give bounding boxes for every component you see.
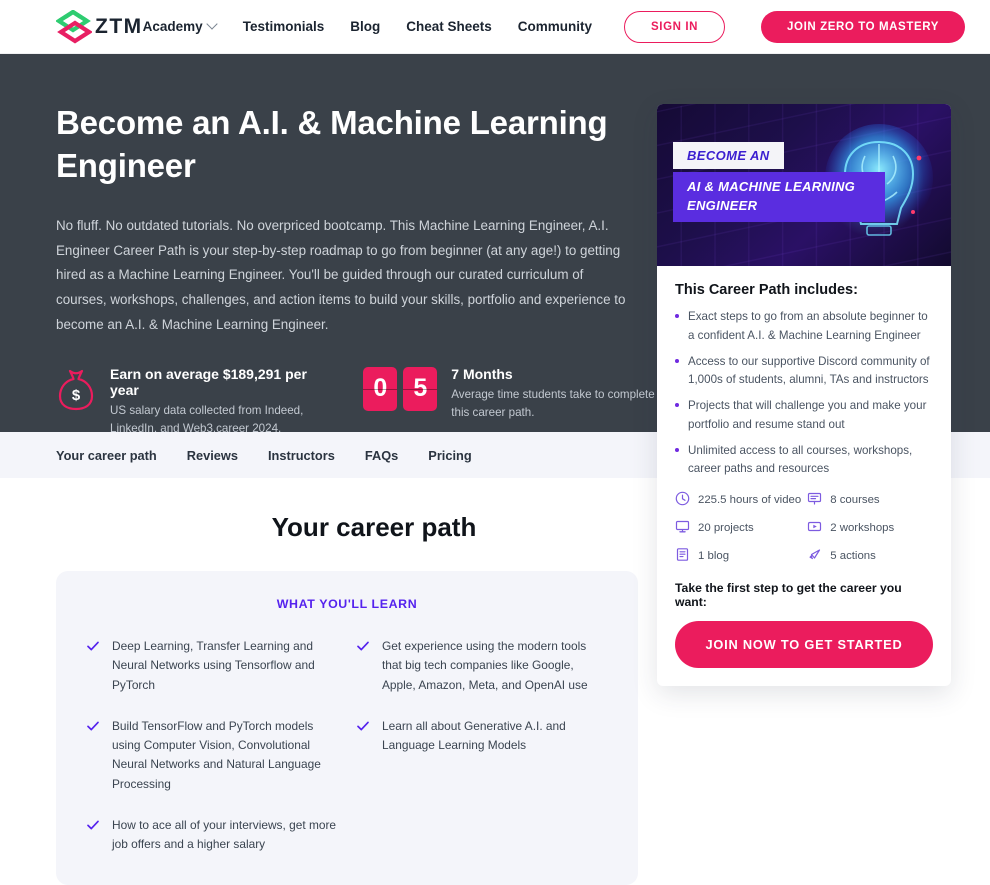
flip-digit-0: 0 — [363, 366, 398, 411]
what-youll-learn-panel: WHAT YOU'LL LEARN Deep Learning, Transfe… — [56, 571, 638, 885]
list-item-label: Build TensorFlow and PyTorch models usin… — [112, 718, 321, 791]
tab-your-career-path[interactable]: Your career path — [56, 448, 157, 463]
card-includes-list: Exact steps to go from an absolute begin… — [675, 308, 933, 479]
stat-label: 20 projects — [698, 522, 754, 535]
hero-stats: $ Earn on average $189,291 per year US s… — [56, 366, 656, 439]
section-heading: Your career path — [271, 512, 477, 542]
stat-hours-of-video: 225.5 hours of video — [675, 491, 801, 509]
list-item: Exact steps to go from an absolute begin… — [675, 308, 933, 346]
clock-icon — [675, 491, 690, 509]
stat-label: 2 workshops — [830, 522, 895, 535]
list-item: Get experience using the modern tools th… — [356, 637, 608, 695]
tab-faqs[interactable]: FAQs — [365, 448, 398, 463]
play-icon — [807, 519, 822, 537]
thumbnail-tag-top: BECOME AN — [673, 142, 784, 169]
svg-text:$: $ — [72, 387, 81, 404]
card-cta-text: Take the first step to get the career yo… — [675, 581, 902, 610]
flip-counter: 0 5 — [363, 366, 438, 411]
check-icon — [86, 818, 100, 832]
money-bag-icon: $ — [56, 368, 96, 412]
learn-column-right: Get experience using the modern tools th… — [356, 637, 608, 855]
nav-label: Academy — [142, 19, 203, 34]
nav-item-community[interactable]: Community — [518, 19, 592, 34]
list-item: Projects that will challenge you and mak… — [675, 397, 933, 435]
tab-pricing[interactable]: Pricing — [428, 448, 471, 463]
presentation-icon — [807, 491, 822, 509]
duration-subtitle: Average time students take to complete t… — [451, 387, 655, 420]
nav-item-academy[interactable]: Academy — [143, 19, 217, 34]
learn-heading: WHAT YOU'LL LEARN — [276, 597, 418, 611]
tab-instructors[interactable]: Instructors — [268, 448, 335, 463]
sign-in-button[interactable]: SIGN IN — [624, 10, 726, 43]
join-now-button[interactable]: JOIN NOW TO GET STARTED — [675, 621, 933, 669]
salary-title: Earn on average $189,291 per year — [110, 365, 307, 398]
ztm-logo-icon — [55, 9, 93, 44]
check-icon — [356, 719, 370, 733]
nav-label: Cheat Sheets — [406, 19, 492, 34]
list-item: Unlimited access to all courses, worksho… — [675, 442, 933, 480]
list-item: Deep Learning, Transfer Learning and Neu… — [86, 637, 338, 695]
nav-item-testimonials[interactable]: Testimonials — [243, 19, 325, 34]
course-thumbnail[interactable]: BECOME AN AI & MACHINE LEARNING ENGINEER — [657, 104, 951, 266]
salary-stat: $ Earn on average $189,291 per year US s… — [56, 366, 319, 439]
check-icon — [356, 639, 370, 653]
duration-stat: 0 5 7 Months Average time students take … — [363, 366, 656, 423]
logo-text: ZTM — [95, 14, 143, 38]
page-title: Become an A.I. & Machine Learning Engine… — [56, 104, 608, 184]
stat-actions: 5 actions — [807, 547, 933, 565]
list-item-label: Deep Learning, Transfer Learning and Neu… — [112, 639, 315, 692]
list-item-label: How to ace all of your interviews, get m… — [112, 817, 337, 852]
learn-column-left: Deep Learning, Transfer Learning and Neu… — [86, 637, 338, 855]
list-item: Access to our supportive Discord communi… — [675, 353, 933, 391]
stat-blog: 1 blog — [675, 547, 801, 565]
stat-projects: 20 projects — [675, 519, 801, 537]
thumbnail-tag-bottom: AI & MACHINE LEARNING ENGINEER — [673, 172, 885, 222]
nav-item-blog[interactable]: Blog — [350, 19, 380, 34]
megaphone-icon — [807, 547, 822, 565]
duration-title: 7 Months — [451, 365, 513, 382]
stat-label: 1 blog — [698, 550, 730, 563]
list-item-label: Get experience using the modern tools th… — [382, 639, 588, 692]
join-ztm-button[interactable]: JOIN ZERO TO MASTERY — [761, 10, 965, 43]
list-item: How to ace all of your interviews, get m… — [86, 816, 338, 855]
chevron-down-icon — [208, 20, 217, 29]
check-icon — [86, 639, 100, 653]
nav-label: Community — [517, 19, 593, 34]
main-nav: Academy Testimonials Blog Cheat Sheets C… — [143, 10, 965, 43]
check-icon — [86, 719, 100, 733]
list-item: Build TensorFlow and PyTorch models usin… — [86, 717, 338, 794]
nav-label: Blog — [350, 19, 381, 34]
list-item: Learn all about Generative A.I. and Lang… — [356, 717, 608, 756]
stat-courses: 8 courses — [807, 491, 933, 509]
list-item-label: Learn all about Generative A.I. and Lang… — [382, 718, 566, 753]
monitor-icon — [675, 519, 690, 537]
career-path-card: BECOME AN AI & MACHINE LEARNING ENGINEER… — [657, 104, 951, 687]
card-stats-grid: 225.5 hours of video 8 courses 20 projec… — [675, 491, 933, 565]
card-title: This Career Path includes: — [675, 282, 858, 298]
logo[interactable]: ZTM — [55, 9, 143, 44]
stat-label: 225.5 hours of video — [698, 494, 802, 507]
stat-workshops: 2 workshops — [807, 519, 933, 537]
site-header: ZTM Academy Testimonials Blog Cheat Shee… — [0, 0, 990, 54]
stat-label: 8 courses — [830, 494, 880, 507]
stat-label: 5 actions — [830, 550, 876, 563]
nav-label: Testimonials — [242, 19, 325, 34]
hero-content: Become an A.I. & Machine Learning Engine… — [56, 102, 656, 439]
flip-digit-1: 5 — [403, 366, 438, 411]
tab-reviews[interactable]: Reviews — [187, 448, 238, 463]
nav-item-cheat-sheets[interactable]: Cheat Sheets — [406, 19, 492, 34]
document-icon — [675, 547, 690, 565]
hero-description: No fluff. No outdated tutorials. No over… — [56, 217, 626, 332]
